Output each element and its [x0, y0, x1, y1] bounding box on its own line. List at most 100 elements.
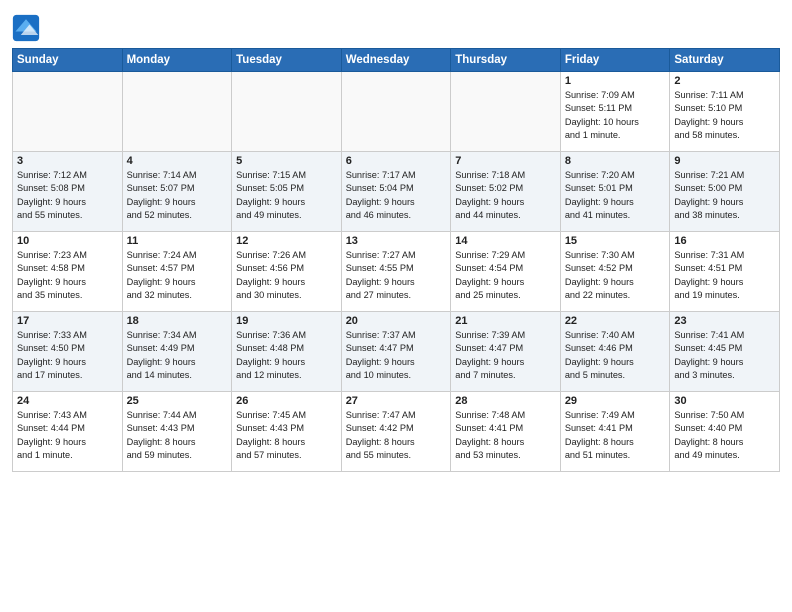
day-number: 17: [17, 315, 118, 327]
calendar-cell: 25Sunrise: 7:44 AM Sunset: 4:43 PM Dayli…: [122, 392, 232, 472]
day-number: 9: [674, 155, 775, 167]
day-info: Sunrise: 7:49 AM Sunset: 4:41 PM Dayligh…: [565, 409, 666, 462]
weekday-header-row: SundayMondayTuesdayWednesdayThursdayFrid…: [13, 49, 780, 72]
day-info: Sunrise: 7:33 AM Sunset: 4:50 PM Dayligh…: [17, 329, 118, 382]
day-info: Sunrise: 7:36 AM Sunset: 4:48 PM Dayligh…: [236, 329, 337, 382]
day-info: Sunrise: 7:20 AM Sunset: 5:01 PM Dayligh…: [565, 169, 666, 222]
calendar-cell: 16Sunrise: 7:31 AM Sunset: 4:51 PM Dayli…: [670, 232, 780, 312]
calendar-cell: [232, 72, 342, 152]
calendar-cell: [451, 72, 561, 152]
day-number: 19: [236, 315, 337, 327]
day-number: 16: [674, 235, 775, 247]
day-info: Sunrise: 7:43 AM Sunset: 4:44 PM Dayligh…: [17, 409, 118, 462]
weekday-header-monday: Monday: [122, 49, 232, 72]
day-info: Sunrise: 7:40 AM Sunset: 4:46 PM Dayligh…: [565, 329, 666, 382]
day-number: 26: [236, 395, 337, 407]
calendar-cell: 23 Sunrise: 7:41 AM Sunset: 4:45 PM Dayli…: [670, 312, 780, 392]
day-info: Sunrise: 7:39 AM Sunset: 4:47 PM Dayligh…: [455, 329, 556, 382]
day-number: 12: [236, 235, 337, 247]
day-number: 8: [565, 155, 666, 167]
day-info: Sunrise: 7:14 AM Sunset: 5:07 PM Dayligh…: [127, 169, 228, 222]
day-info: Sunrise: 7:26 AM Sunset: 4:56 PM Dayligh…: [236, 249, 337, 302]
weekday-header-saturday: Saturday: [670, 49, 780, 72]
calendar-cell: [122, 72, 232, 152]
day-info: Sunrise: 7:41 AM Sunset: 4:45 PM Dayligh…: [674, 329, 775, 382]
calendar-cell: 24 Sunrise: 7:43 AM Sunset: 4:44 PM Dayli…: [13, 392, 123, 472]
calendar-cell: 20 Sunrise: 7:37 AM Sunset: 4:47 PM Dayli…: [341, 312, 451, 392]
day-number: 11: [127, 235, 228, 247]
week-row-1: 1 Sunrise: 7:09 AM Sunset: 5:11 PM Daylig…: [13, 72, 780, 152]
day-number: 14: [455, 235, 556, 247]
day-number: 29: [565, 395, 666, 407]
week-row-2: 3Sunrise: 7:12 AM Sunset: 5:08 PM Daylig…: [13, 152, 780, 232]
day-number: 23: [674, 315, 775, 327]
calendar-cell: 7 Sunrise: 7:18 AM Sunset: 5:02 PM Daylig…: [451, 152, 561, 232]
week-row-5: 24 Sunrise: 7:43 AM Sunset: 4:44 PM Dayli…: [13, 392, 780, 472]
day-number: 5: [236, 155, 337, 167]
day-number: 22: [565, 315, 666, 327]
calendar-cell: 4Sunrise: 7:14 AM Sunset: 5:07 PM Daylig…: [122, 152, 232, 232]
day-info: Sunrise: 7:21 AM Sunset: 5:00 PM Dayligh…: [674, 169, 775, 222]
calendar-cell: 12 Sunrise: 7:26 AM Sunset: 4:56 PM Dayli…: [232, 232, 342, 312]
day-number: 27: [346, 395, 447, 407]
calendar-cell: 17 Sunrise: 7:33 AM Sunset: 4:50 PM Dayli…: [13, 312, 123, 392]
calendar-cell: 22 Sunrise: 7:40 AM Sunset: 4:46 PM Dayli…: [560, 312, 670, 392]
day-info: Sunrise: 7:18 AM Sunset: 5:02 PM Dayligh…: [455, 169, 556, 222]
calendar-cell: [341, 72, 451, 152]
calendar-cell: [13, 72, 123, 152]
logo: [12, 14, 43, 42]
calendar-cell: 11Sunrise: 7:24 AM Sunset: 4:57 PM Dayli…: [122, 232, 232, 312]
calendar-cell: 9 Sunrise: 7:21 AM Sunset: 5:00 PM Daylig…: [670, 152, 780, 232]
day-info: Sunrise: 7:47 AM Sunset: 4:42 PM Dayligh…: [346, 409, 447, 462]
day-info: Sunrise: 7:30 AM Sunset: 4:52 PM Dayligh…: [565, 249, 666, 302]
day-number: 13: [346, 235, 447, 247]
day-number: 7: [455, 155, 556, 167]
calendar-cell: 15 Sunrise: 7:30 AM Sunset: 4:52 PM Dayli…: [560, 232, 670, 312]
weekday-header-tuesday: Tuesday: [232, 49, 342, 72]
week-row-4: 17 Sunrise: 7:33 AM Sunset: 4:50 PM Dayli…: [13, 312, 780, 392]
calendar-cell: 27 Sunrise: 7:47 AM Sunset: 4:42 PM Dayli…: [341, 392, 451, 472]
day-number: 28: [455, 395, 556, 407]
calendar-cell: 19 Sunrise: 7:36 AM Sunset: 4:48 PM Dayli…: [232, 312, 342, 392]
header: [12, 10, 780, 42]
day-info: Sunrise: 7:44 AM Sunset: 4:43 PM Dayligh…: [127, 409, 228, 462]
day-info: Sunrise: 7:15 AM Sunset: 5:05 PM Dayligh…: [236, 169, 337, 222]
page-container: SundayMondayTuesdayWednesdayThursdayFrid…: [0, 0, 792, 480]
day-info: Sunrise: 7:17 AM Sunset: 5:04 PM Dayligh…: [346, 169, 447, 222]
calendar-cell: 29 Sunrise: 7:49 AM Sunset: 4:41 PM Dayli…: [560, 392, 670, 472]
weekday-header-wednesday: Wednesday: [341, 49, 451, 72]
day-info: Sunrise: 7:37 AM Sunset: 4:47 PM Dayligh…: [346, 329, 447, 382]
day-number: 24: [17, 395, 118, 407]
calendar-table: SundayMondayTuesdayWednesdayThursdayFrid…: [12, 48, 780, 472]
day-number: 3: [17, 155, 118, 167]
calendar-cell: 2Sunrise: 7:11 AM Sunset: 5:10 PM Daylig…: [670, 72, 780, 152]
calendar-cell: 21Sunrise: 7:39 AM Sunset: 4:47 PM Dayli…: [451, 312, 561, 392]
calendar-cell: 26 Sunrise: 7:45 AM Sunset: 4:43 PM Dayli…: [232, 392, 342, 472]
day-number: 6: [346, 155, 447, 167]
calendar-cell: 3Sunrise: 7:12 AM Sunset: 5:08 PM Daylig…: [13, 152, 123, 232]
day-info: Sunrise: 7:48 AM Sunset: 4:41 PM Dayligh…: [455, 409, 556, 462]
day-info: Sunrise: 7:34 AM Sunset: 4:49 PM Dayligh…: [127, 329, 228, 382]
weekday-header-thursday: Thursday: [451, 49, 561, 72]
day-number: 18: [127, 315, 228, 327]
calendar-cell: 1 Sunrise: 7:09 AM Sunset: 5:11 PM Daylig…: [560, 72, 670, 152]
calendar-cell: 5 Sunrise: 7:15 AM Sunset: 5:05 PM Daylig…: [232, 152, 342, 232]
calendar-cell: 30 Sunrise: 7:50 AM Sunset: 4:40 PM Dayli…: [670, 392, 780, 472]
calendar-cell: 6 Sunrise: 7:17 AM Sunset: 5:04 PM Daylig…: [341, 152, 451, 232]
day-number: 10: [17, 235, 118, 247]
day-info: Sunrise: 7:29 AM Sunset: 4:54 PM Dayligh…: [455, 249, 556, 302]
calendar-cell: 10Sunrise: 7:23 AM Sunset: 4:58 PM Dayli…: [13, 232, 123, 312]
day-number: 30: [674, 395, 775, 407]
day-info: Sunrise: 7:27 AM Sunset: 4:55 PM Dayligh…: [346, 249, 447, 302]
day-number: 1: [565, 75, 666, 87]
day-info: Sunrise: 7:50 AM Sunset: 4:40 PM Dayligh…: [674, 409, 775, 462]
day-number: 2: [674, 75, 775, 87]
week-row-3: 10Sunrise: 7:23 AM Sunset: 4:58 PM Dayli…: [13, 232, 780, 312]
day-number: 15: [565, 235, 666, 247]
weekday-header-friday: Friday: [560, 49, 670, 72]
calendar-cell: 18 Sunrise: 7:34 AM Sunset: 4:49 PM Dayli…: [122, 312, 232, 392]
day-info: Sunrise: 7:09 AM Sunset: 5:11 PM Dayligh…: [565, 89, 666, 142]
day-number: 20: [346, 315, 447, 327]
calendar-cell: 8 Sunrise: 7:20 AM Sunset: 5:01 PM Daylig…: [560, 152, 670, 232]
day-info: Sunrise: 7:45 AM Sunset: 4:43 PM Dayligh…: [236, 409, 337, 462]
